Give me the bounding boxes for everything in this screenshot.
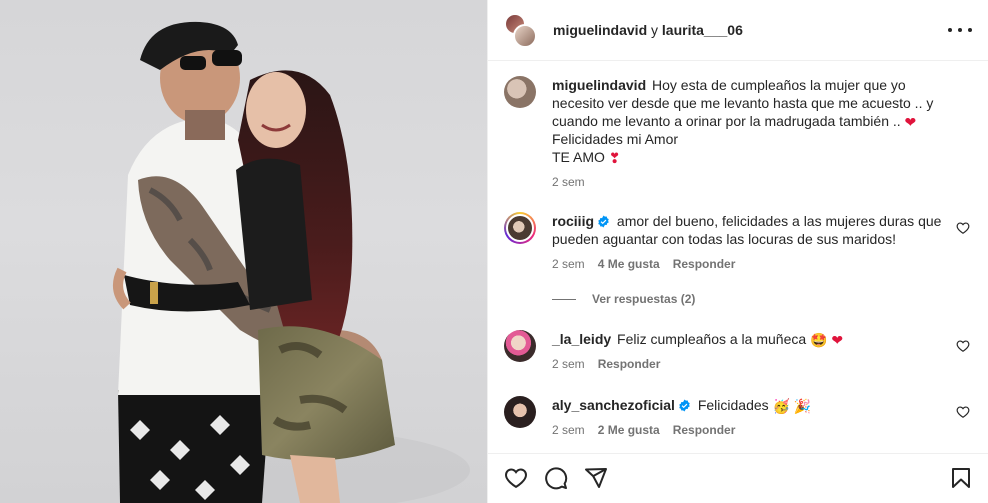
author-username-2[interactable]: laurita___06: [662, 22, 743, 38]
party-popper-emoji: 🎉: [793, 399, 812, 415]
heart-icon[interactable]: [504, 466, 528, 490]
comment-username[interactable]: rociiig: [552, 213, 594, 229]
heart-icon[interactable]: [956, 339, 970, 353]
caption-username[interactable]: miguelindavid: [552, 77, 646, 93]
avatar[interactable]: [504, 330, 536, 362]
instagram-post: miguelindavid y laurita___06 miguelindav…: [0, 0, 988, 503]
caption-meta: 2 sem: [552, 175, 972, 189]
reply-button[interactable]: Responder: [673, 423, 736, 437]
heart-emoji: ❤: [904, 115, 917, 131]
post-actions-bar: [488, 453, 988, 503]
comment: _la_leidy Feliz cumpleaños a la muñeca 🤩…: [504, 330, 972, 371]
couple-photo-illustration: [113, 21, 470, 503]
collab-avatars[interactable]: [504, 13, 537, 48]
caption-text: miguelindavid Hoy esta de cumpleaños la …: [552, 76, 942, 166]
heart-icon[interactable]: [956, 221, 970, 235]
bookmark-icon[interactable]: [949, 466, 973, 490]
comment-likes[interactable]: 2 Me gusta: [598, 423, 660, 437]
comment-meta: 2 sem Responder: [552, 357, 972, 371]
comment-time[interactable]: 2 sem: [552, 257, 585, 271]
caption-body-2: Felicidades mi Amor: [552, 131, 679, 147]
avatar[interactable]: [504, 396, 536, 428]
heart-icon[interactable]: [956, 405, 970, 419]
comment-username[interactable]: _la_leidy: [552, 331, 611, 347]
comments-section: miguelindavid Hoy esta de cumpleaños la …: [488, 62, 988, 453]
comment-body: Felicidades: [697, 397, 773, 413]
comment-body: Feliz cumpleaños a la muñeca: [617, 331, 811, 347]
heart-exclamation-emoji: ❣: [608, 151, 621, 167]
reply-button[interactable]: Responder: [673, 257, 736, 271]
star-struck-emoji: 🤩: [810, 333, 828, 349]
comment-likes[interactable]: 4 Me gusta: [598, 257, 660, 271]
avatar[interactable]: [513, 24, 537, 48]
party-face-emoji: 🥳: [772, 399, 790, 415]
comment-text: rociiig amor del bueno, felicidades a la…: [552, 212, 942, 248]
replies-divider: [552, 298, 576, 300]
avatar[interactable]: [504, 76, 536, 108]
comment-username[interactable]: aly_sanchezoficial: [552, 397, 675, 413]
comment-time[interactable]: 2 sem: [552, 423, 585, 437]
post-header: miguelindavid y laurita___06: [488, 0, 988, 61]
heart-emoji: ❤: [831, 333, 844, 349]
caption-line-2: TE AMO: [552, 149, 609, 165]
post-side-panel: miguelindavid y laurita___06 miguelindav…: [487, 0, 988, 503]
comment-time[interactable]: 2 sem: [552, 357, 585, 371]
avatar[interactable]: [504, 212, 536, 244]
view-replies-button[interactable]: Ver respuestas (2): [552, 292, 695, 306]
comment: rociiig amor del bueno, felicidades a la…: [504, 212, 972, 271]
comment: aly_sanchezoficial Felicidades 🥳 🎉 2 sem…: [504, 396, 972, 437]
verified-icon: [679, 399, 690, 412]
caption: miguelindavid Hoy esta de cumpleaños la …: [504, 76, 972, 189]
more-options-icon[interactable]: [948, 22, 972, 38]
comment-icon[interactable]: [544, 466, 568, 490]
post-authors: miguelindavid y laurita___06: [553, 22, 743, 38]
share-icon[interactable]: [584, 466, 608, 490]
comment-body: amor del bueno, felicidades a las mujere…: [552, 213, 942, 247]
reply-button[interactable]: Responder: [598, 357, 661, 371]
post-photo[interactable]: [0, 0, 487, 503]
author-username-1[interactable]: miguelindavid: [553, 22, 647, 38]
comment-meta: 2 sem 4 Me gusta Responder: [552, 257, 972, 271]
comment-text: _la_leidy Feliz cumpleaños a la muñeca 🤩…: [552, 330, 942, 348]
comment-text: aly_sanchezoficial Felicidades 🥳 🎉: [552, 396, 942, 414]
caption-time[interactable]: 2 sem: [552, 175, 585, 189]
view-replies-label[interactable]: Ver respuestas (2): [592, 292, 695, 306]
comment-meta: 2 sem 2 Me gusta Responder: [552, 423, 972, 437]
author-joiner: y: [647, 22, 662, 38]
verified-icon: [598, 215, 609, 228]
